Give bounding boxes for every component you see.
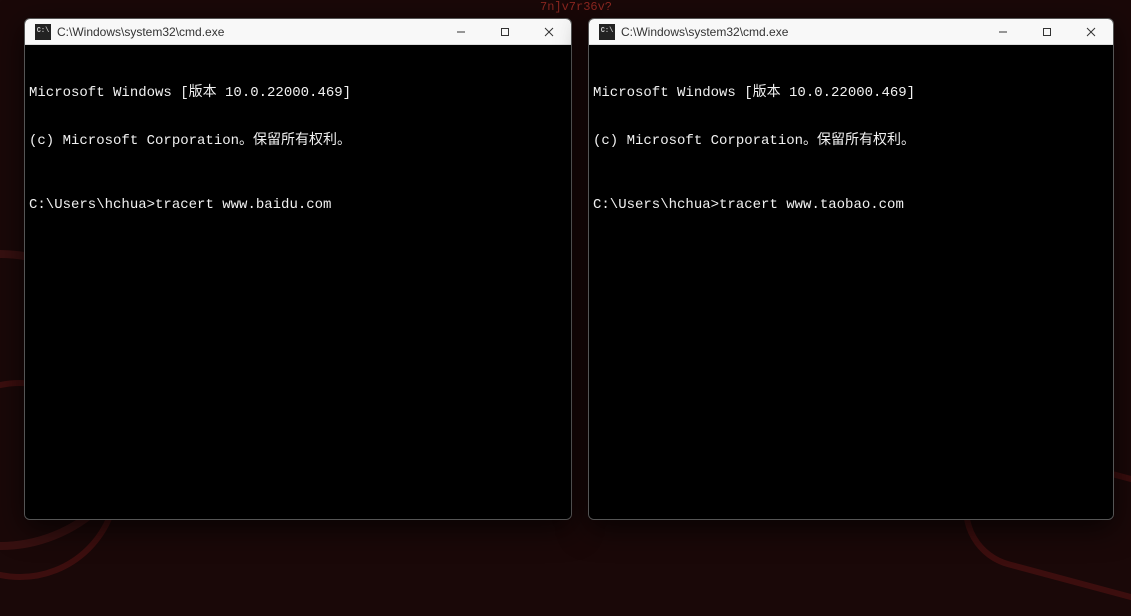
maximize-button[interactable] [1025,19,1069,44]
terminal-command: tracert www.baidu.com [155,197,331,213]
maximize-icon [500,27,510,37]
terminal-body[interactable]: Microsoft Windows [版本 10.0.22000.469] (c… [25,45,571,519]
maximize-icon [1042,27,1052,37]
cmd-icon-text: C:\ [37,28,50,35]
minimize-icon [998,27,1008,37]
terminal-banner-line: (c) Microsoft Corporation。保留所有权利。 [593,133,1109,149]
terminal-body[interactable]: Microsoft Windows [版本 10.0.22000.469] (c… [589,45,1113,519]
terminal-prompt-line: C:\Users\hchua>tracert www.taobao.com [593,197,1109,213]
minimize-icon [456,27,466,37]
cmd-icon-text: C:\ [601,28,614,35]
close-icon [544,27,554,37]
titlebar[interactable]: C:\ C:\Windows\system32\cmd.exe [589,19,1113,45]
close-icon [1086,27,1096,37]
cmd-window-left[interactable]: C:\ C:\Windows\system32\cmd.exe Microsof… [24,18,572,520]
terminal-prompt: C:\Users\hchua> [593,197,719,213]
close-button[interactable] [1069,19,1113,44]
terminal-command: tracert www.taobao.com [719,197,904,213]
minimize-button[interactable] [981,19,1025,44]
terminal-prompt-line: C:\Users\hchua>tracert www.baidu.com [29,197,567,213]
window-title: C:\Windows\system32\cmd.exe [57,25,439,39]
cmd-icon: C:\ [599,24,615,40]
terminal-banner-line: Microsoft Windows [版本 10.0.22000.469] [29,85,567,101]
window-title: C:\Windows\system32\cmd.exe [621,25,981,39]
window-controls [981,19,1113,44]
terminal-prompt: C:\Users\hchua> [29,197,155,213]
window-controls [439,19,571,44]
terminal-banner-line: (c) Microsoft Corporation。保留所有权利。 [29,133,567,149]
minimize-button[interactable] [439,19,483,44]
terminal-banner-line: Microsoft Windows [版本 10.0.22000.469] [593,85,1109,101]
cmd-window-right[interactable]: C:\ C:\Windows\system32\cmd.exe Microsof… [588,18,1114,520]
desktop-background-text: 7n]v7r36v? [540,0,612,14]
cmd-icon: C:\ [35,24,51,40]
close-button[interactable] [527,19,571,44]
maximize-button[interactable] [483,19,527,44]
titlebar[interactable]: C:\ C:\Windows\system32\cmd.exe [25,19,571,45]
